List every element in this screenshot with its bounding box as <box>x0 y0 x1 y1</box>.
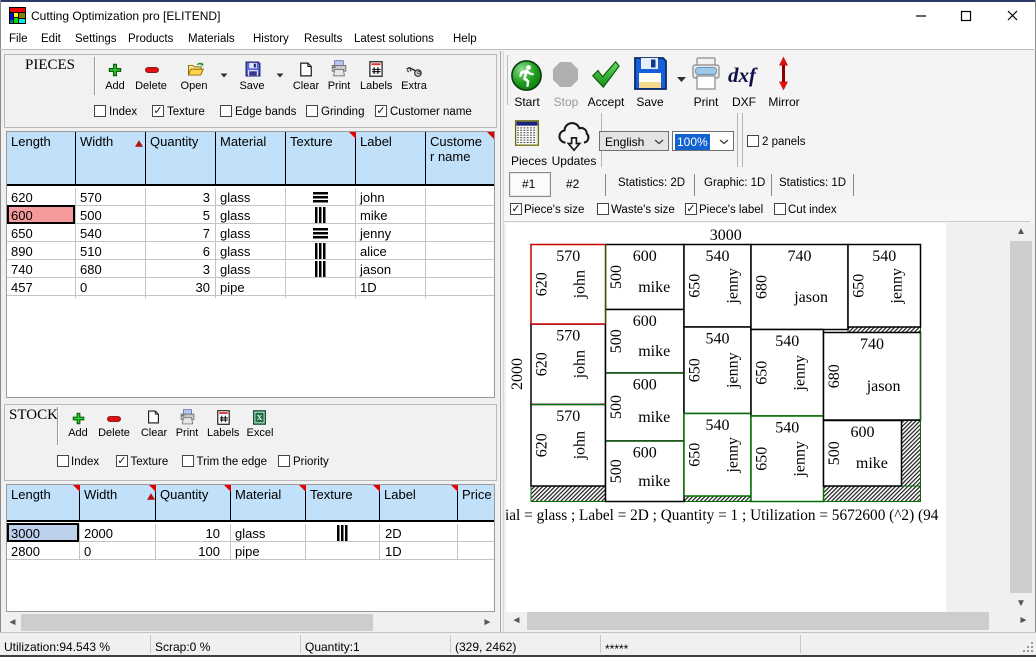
svg-text:jenny: jenny <box>725 437 742 474</box>
svg-text:500: 500 <box>608 265 625 289</box>
svg-text:620: 620 <box>534 433 551 457</box>
svg-text:540: 540 <box>706 417 730 434</box>
svg-text:2000: 2000 <box>509 358 526 390</box>
svg-text:650: 650 <box>754 447 771 471</box>
svg-text:500: 500 <box>608 459 625 483</box>
svg-text:3000: 3000 <box>710 227 742 244</box>
svg-text:X: X <box>256 413 262 422</box>
svg-text:740: 740 <box>788 248 812 265</box>
svg-text:jenny: jenny <box>889 268 906 305</box>
svg-text:600: 600 <box>633 444 657 461</box>
svg-text:jenny: jenny <box>792 441 809 478</box>
svg-text:john: john <box>572 431 589 460</box>
svg-text:600: 600 <box>851 424 875 441</box>
svg-text:540: 540 <box>775 419 799 436</box>
svg-text:ial = glass ; Label = 2D ; Qua: ial = glass ; Label = 2D ; Quantity = 1 … <box>506 507 939 524</box>
svg-text:jason: jason <box>793 289 828 306</box>
svg-text:jenny: jenny <box>792 355 809 392</box>
svg-text:570: 570 <box>556 408 580 425</box>
svg-text:740: 740 <box>860 336 884 353</box>
svg-text:jenny: jenny <box>725 268 742 305</box>
svg-text:jenny: jenny <box>725 352 742 389</box>
svg-text:mike: mike <box>638 409 670 426</box>
svg-text:mike: mike <box>638 279 670 296</box>
svg-text:john: john <box>572 270 589 299</box>
svg-text:540: 540 <box>872 248 896 265</box>
svg-text:540: 540 <box>706 330 730 347</box>
svg-text:650: 650 <box>687 274 704 298</box>
svg-text:620: 620 <box>534 352 551 376</box>
svg-text:620: 620 <box>534 272 551 296</box>
svg-text:650: 650 <box>754 361 771 385</box>
svg-text:500: 500 <box>608 329 625 353</box>
svg-text:570: 570 <box>556 327 580 344</box>
svg-text:570: 570 <box>556 248 580 265</box>
svg-text:john: john <box>572 350 589 379</box>
svg-text:650: 650 <box>851 274 868 298</box>
svg-text:600: 600 <box>633 313 657 330</box>
svg-text:mike: mike <box>638 473 670 490</box>
svg-text:680: 680 <box>826 364 843 388</box>
svg-text:650: 650 <box>687 443 704 467</box>
svg-text:500: 500 <box>608 395 625 419</box>
svg-text:650: 650 <box>687 358 704 382</box>
svg-text:mike: mike <box>638 343 670 360</box>
svg-text:mike: mike <box>856 455 888 472</box>
svg-text:540: 540 <box>775 333 799 350</box>
svg-text:540: 540 <box>706 248 730 265</box>
svg-text:500: 500 <box>826 441 843 465</box>
svg-text:600: 600 <box>633 248 657 265</box>
svg-text:680: 680 <box>754 275 771 299</box>
svg-text:jason: jason <box>866 378 901 395</box>
svg-text:600: 600 <box>633 376 657 393</box>
